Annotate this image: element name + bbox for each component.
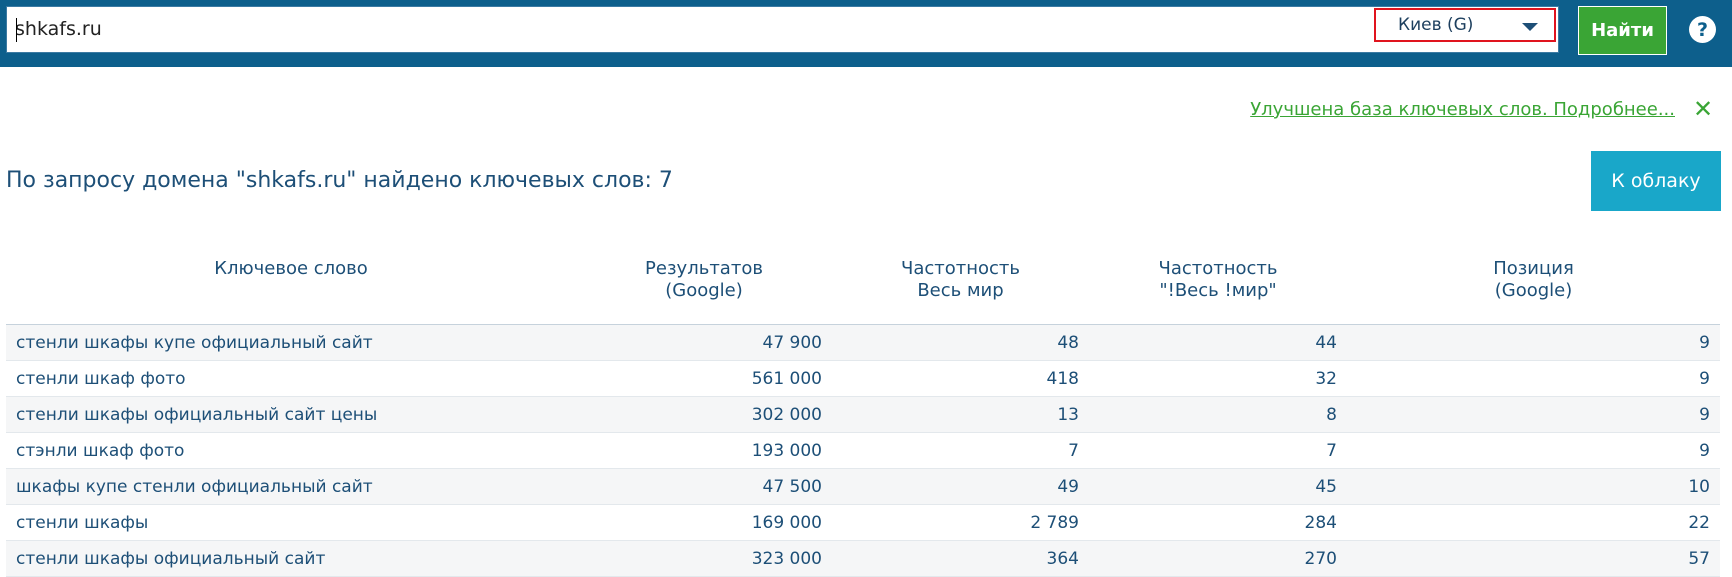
- table-row[interactable]: стэнли шкаф фото 193 000 7 7 9: [6, 432, 1720, 469]
- table-cell-frequency-exact: 32: [1089, 360, 1347, 397]
- table-row[interactable]: стенли шкафы 169 000 2 789 284 22: [6, 504, 1720, 541]
- chevron-down-icon: [1522, 23, 1538, 31]
- column-header-results-google[interactable]: Результатов (Google): [576, 246, 832, 325]
- table-row[interactable]: стенли шкафы официальный сайт цены 302 00…: [6, 396, 1720, 433]
- notice-link[interactable]: Улучшена база ключевых слов. Подробнее..…: [1250, 99, 1675, 120]
- table-cell-frequency-exact: 284: [1089, 504, 1347, 541]
- column-header-line1: Частотность: [900, 258, 1021, 279]
- table-row[interactable]: стенли шкафы купе официальный сайт 47 900…: [6, 324, 1720, 361]
- table-cell-results-google: 47 900: [576, 324, 832, 361]
- table-cell-position-google: 9: [1347, 396, 1720, 433]
- table-cell-position-google: 22: [1347, 504, 1720, 541]
- page-title: По запросу домена "shkafs.ru" найдено кл…: [6, 168, 673, 193]
- table-cell-frequency-world: 418: [832, 360, 1089, 397]
- table-cell-results-google: 47 500: [576, 468, 832, 505]
- search-box[interactable]: [6, 6, 1559, 53]
- find-button[interactable]: Найти: [1578, 6, 1667, 55]
- table-cell-frequency-world: 48: [832, 324, 1089, 361]
- column-header-line2: Весь мир: [917, 280, 1004, 301]
- table-cell-frequency-world: 364: [832, 540, 1089, 577]
- table-cell-frequency-world: 2 789: [832, 504, 1089, 541]
- table-cell-position-google: 9: [1347, 324, 1720, 361]
- column-header-line2: (Google): [1494, 280, 1573, 301]
- column-header-line1: Позиция: [1493, 258, 1574, 279]
- table-row[interactable]: стенли шкаф фото 561 000 418 32 9: [6, 360, 1720, 397]
- table-cell-frequency-world: 7: [832, 432, 1089, 469]
- close-icon[interactable]: ✕: [1693, 97, 1713, 121]
- table-cell-position-google: 9: [1347, 432, 1720, 469]
- table-row[interactable]: шкафы купе стенли официальный сайт 47 500…: [6, 468, 1720, 505]
- table-cell-keyword: стенли шкафы: [6, 504, 576, 541]
- table-cell-frequency-exact: 7: [1089, 432, 1347, 469]
- keywords-table: Ключевое слово Результатов (Google) Частотн…: [6, 246, 1720, 577]
- table-cell-keyword: шкафы купе стенли официальный сайт: [6, 468, 576, 505]
- top-bar: Киев (G) Найти ?: [0, 0, 1732, 67]
- column-header-frequency-exact[interactable]: Частотность "!Весь !мир": [1089, 246, 1347, 325]
- column-header-frequency-world[interactable]: Частотность Весь мир: [832, 246, 1089, 325]
- table-cell-keyword: стенли шкафы купе официальный сайт: [6, 324, 576, 361]
- column-header-line1: Частотность: [1158, 258, 1278, 279]
- table-cell-position-google: 9: [1347, 360, 1720, 397]
- column-header-position-google[interactable]: Позиция (Google): [1347, 246, 1720, 325]
- help-icon[interactable]: ?: [1689, 16, 1716, 43]
- table-cell-frequency-world: 13: [832, 396, 1089, 433]
- table-cell-keyword: стенли шкафы официальный сайт цены: [6, 396, 576, 433]
- table-cell-position-google: 10: [1347, 468, 1720, 505]
- table-cell-results-google: 302 000: [576, 396, 832, 433]
- text-cursor: [16, 18, 17, 42]
- table-cell-frequency-exact: 270: [1089, 540, 1347, 577]
- table-cell-frequency-exact: 8: [1089, 396, 1347, 433]
- column-header-line2: "!Весь !мир": [1159, 280, 1277, 301]
- table-cell-frequency-exact: 45: [1089, 468, 1347, 505]
- table-header-row: Ключевое слово Результатов (Google) Частотн…: [6, 246, 1720, 325]
- table-cell-results-google: 169 000: [576, 504, 832, 541]
- search-input[interactable]: [15, 7, 1315, 52]
- region-select[interactable]: Киев (G): [1374, 8, 1556, 42]
- region-select-label: Киев (G): [1398, 15, 1474, 35]
- table-row[interactable]: стенли шкафы официальный сайт 323 000 364 2…: [6, 540, 1720, 577]
- table-cell-frequency-exact: 44: [1089, 324, 1347, 361]
- table-cell-position-google: 57: [1347, 540, 1720, 577]
- column-header-keyword[interactable]: Ключевое слово: [6, 246, 576, 325]
- table-cell-keyword: стенли шкаф фото: [6, 360, 576, 397]
- cloud-button[interactable]: К облаку: [1591, 151, 1721, 211]
- table-cell-keyword: стэнли шкаф фото: [6, 432, 576, 469]
- table-cell-frequency-world: 49: [832, 468, 1089, 505]
- column-header-line1: Ключевое слово: [214, 258, 368, 279]
- column-header-line1: Результатов: [645, 258, 763, 279]
- table-cell-results-google: 193 000: [576, 432, 832, 469]
- table-cell-keyword: стенли шкафы официальный сайт: [6, 540, 576, 577]
- table-cell-results-google: 561 000: [576, 360, 832, 397]
- column-header-line2: (Google): [665, 280, 743, 301]
- table-body: стенли шкафы купе официальный сайт 47 900…: [6, 324, 1720, 577]
- table-cell-results-google: 323 000: [576, 540, 832, 577]
